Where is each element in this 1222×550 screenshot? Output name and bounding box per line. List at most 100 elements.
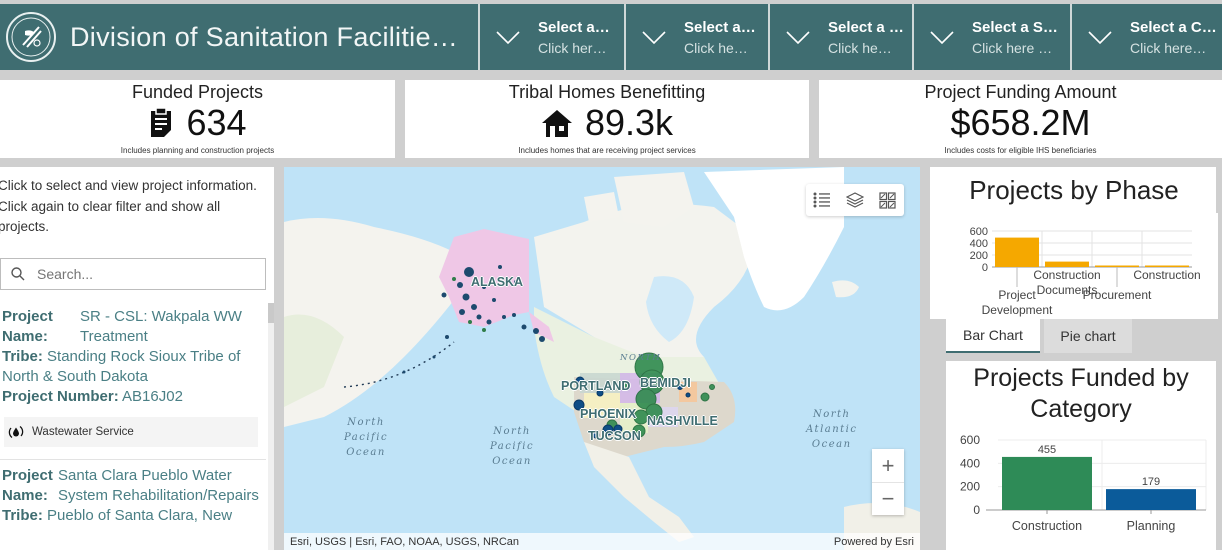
tribe-label: Tribe: (2, 507, 43, 524)
project-name-label: Project Name: (2, 308, 53, 345)
kpi-note: Includes planning and construction proje… (120, 146, 275, 155)
house-icon (541, 110, 572, 137)
map-label-north: NORTH (620, 353, 662, 363)
selector-label: Select a C… (1130, 18, 1217, 36)
selector-hint: Click here … (972, 39, 1053, 56)
panel-scrollbar[interactable] (1216, 361, 1221, 411)
dashboard: Division of Sanitation Facilitie… Select… (0, 0, 1222, 550)
search-box[interactable] (0, 258, 266, 290)
legend-icon (813, 192, 831, 208)
y-tick-label: 400 (970, 238, 988, 250)
map-label-bemidji: BEMIDJI (640, 376, 691, 390)
data-label: 179 (1142, 476, 1160, 488)
zoom-in-button[interactable]: + (872, 449, 904, 482)
map-label-portland: PORTLAND (561, 379, 631, 393)
kpi-title: Tribal Homes Benefitting (508, 82, 706, 102)
chart-tabs: Bar Chart Pie chart (930, 319, 1222, 353)
tab-pie-chart[interactable]: Pie chart (1044, 319, 1132, 353)
y-tick-label: 600 (970, 226, 988, 238)
map-label-alaska: ALASKA (471, 275, 524, 289)
kpi-value: 634 (186, 102, 247, 143)
map-view[interactable]: ALASKA NORTH PORTLAND BEMIDJI PHOENIX NA… (284, 167, 920, 550)
kpi-title: Project Funding Amount (924, 82, 1117, 102)
filter-selector-5[interactable]: Select a C… Click here… (1070, 4, 1222, 70)
chevron-down-icon (786, 31, 810, 45)
kpi-value: 89.3k (584, 102, 674, 143)
selector-label: Select a S… (972, 18, 1058, 36)
map-label-north-pacific-ocean-2: North Pacific Ocean (490, 426, 535, 467)
map-label-phoenix: PHOENIX (580, 407, 637, 421)
list-instructions: Click to select and view project informa… (0, 178, 257, 234)
chart-title: Projects Funded by Category (973, 364, 1189, 423)
attribution-text[interactable]: Esri, USGS | Esri, FAO, NOAA, USGS, NRCa… (290, 536, 519, 548)
map-attribution: Esri, USGS | Esri, FAO, NOAA, USGS, NRCa… (284, 533, 920, 550)
filter-selector-4[interactable]: Select a S… Click here … (912, 4, 1070, 70)
map-label-north-atlantic-ocean: North Atlantic Ocean (806, 409, 858, 450)
list-scrollbar[interactable] (268, 303, 274, 550)
kpi-funding-amount: Project Funding Amount $658.2M Includes … (819, 80, 1222, 158)
filter-selector-1[interactable]: Select a… Click her… (478, 4, 624, 70)
tribe-label: Tribe: (2, 348, 43, 365)
filter-selector-3[interactable]: Select a … Click he… (768, 4, 912, 70)
filter-selectors: Select a… Click her… Select a… Click he… S… (478, 4, 1222, 70)
scrollbar-thumb[interactable] (268, 303, 274, 323)
projects-by-category-chart: 0 200 400 600 455 Construction 179 Planning (960, 433, 1207, 533)
x-tick-label: Project (998, 288, 1036, 302)
bar (1045, 261, 1089, 267)
service-badge: Wastewater Service (4, 417, 258, 447)
project-number-label: Project Number: (2, 388, 119, 405)
ihs-seal-icon (6, 12, 56, 62)
panel-scrollbar[interactable] (1216, 167, 1221, 213)
map-label-north-pacific-ocean-1: North Pacific Ocean (344, 417, 389, 458)
chart-title: Projects by Phase (969, 175, 1179, 205)
kpi-title: Funded Projects (131, 82, 264, 102)
project-number: AB16J02 (122, 388, 183, 405)
list-item[interactable]: Project Name: Santa Clara Pueblo Water S… (0, 462, 266, 530)
kpi-note: Includes homes that are receiving projec… (518, 146, 696, 155)
chevron-down-icon (930, 31, 954, 45)
app-title: Division of Sanitation Facilitie… (70, 21, 459, 52)
y-tick-label: 0 (973, 503, 980, 517)
x-tick-label: Construction (1033, 268, 1100, 282)
search-icon (11, 267, 25, 281)
x-tick-label: Development (982, 303, 1053, 317)
map-label-nashville: NASHVILLE (647, 414, 718, 428)
layers-icon (845, 192, 864, 208)
projects-by-phase-panel: Projects by Phase 0 200 400 600 Project Devel… (930, 167, 1218, 319)
header-bar: Division of Sanitation Facilitie… Select… (0, 4, 1222, 70)
project-name: SR - CSL: Wakpala WW Treatment (80, 308, 242, 345)
x-tick-label: Procurement (1083, 288, 1152, 302)
selector-hint: Click he… (828, 39, 892, 56)
project-list-panel: Click to select and view project informa… (0, 167, 274, 550)
data-label: 455 (1038, 444, 1056, 456)
filter-selector-2[interactable]: Select a… Click he… (624, 4, 768, 70)
y-tick-label: 200 (960, 480, 980, 494)
selector-hint: Click her… (538, 39, 607, 56)
x-tick-label: Construction (1133, 268, 1200, 282)
project-name-label: Project Name: (2, 467, 53, 504)
projects-by-phase-chart: 0200400600 ProjectDevelopment Construction… (970, 226, 1201, 317)
project-name: Santa Clara Pueblo Water System Rehabili… (58, 467, 259, 504)
kpi-tribal-homes: Tribal Homes Benefitting 89.3k Includes … (405, 80, 809, 158)
list-divider (0, 459, 266, 460)
layers-button[interactable] (844, 189, 866, 211)
y-tick-label: 0 (982, 262, 988, 274)
kpi-value: $658.2M (950, 102, 1091, 143)
selector-label: Select a… (538, 18, 610, 36)
map-label-tucson: TUCSON (588, 429, 641, 443)
tab-bar-chart[interactable]: Bar Chart (946, 319, 1040, 353)
x-tick-label: Construction (1012, 519, 1082, 533)
bar (995, 237, 1039, 267)
selector-hint: Click he… (684, 39, 748, 56)
legend-button[interactable] (811, 189, 833, 211)
basemap-gallery-icon (879, 191, 896, 209)
search-input[interactable] (37, 266, 237, 282)
list-item[interactable]: Project Name: SR - CSL: Wakpala WW Treat… (0, 303, 266, 457)
zoom-out-button[interactable]: − (872, 482, 904, 515)
chevron-down-icon (642, 31, 666, 45)
chevron-down-icon (496, 31, 520, 45)
basemap-gallery-button[interactable] (877, 189, 899, 211)
powered-by-esri[interactable]: Powered by Esri (834, 536, 914, 548)
bar (1145, 265, 1189, 267)
projects-by-category-panel: Projects Funded by Category 0 200 400 600 45… (946, 361, 1216, 550)
